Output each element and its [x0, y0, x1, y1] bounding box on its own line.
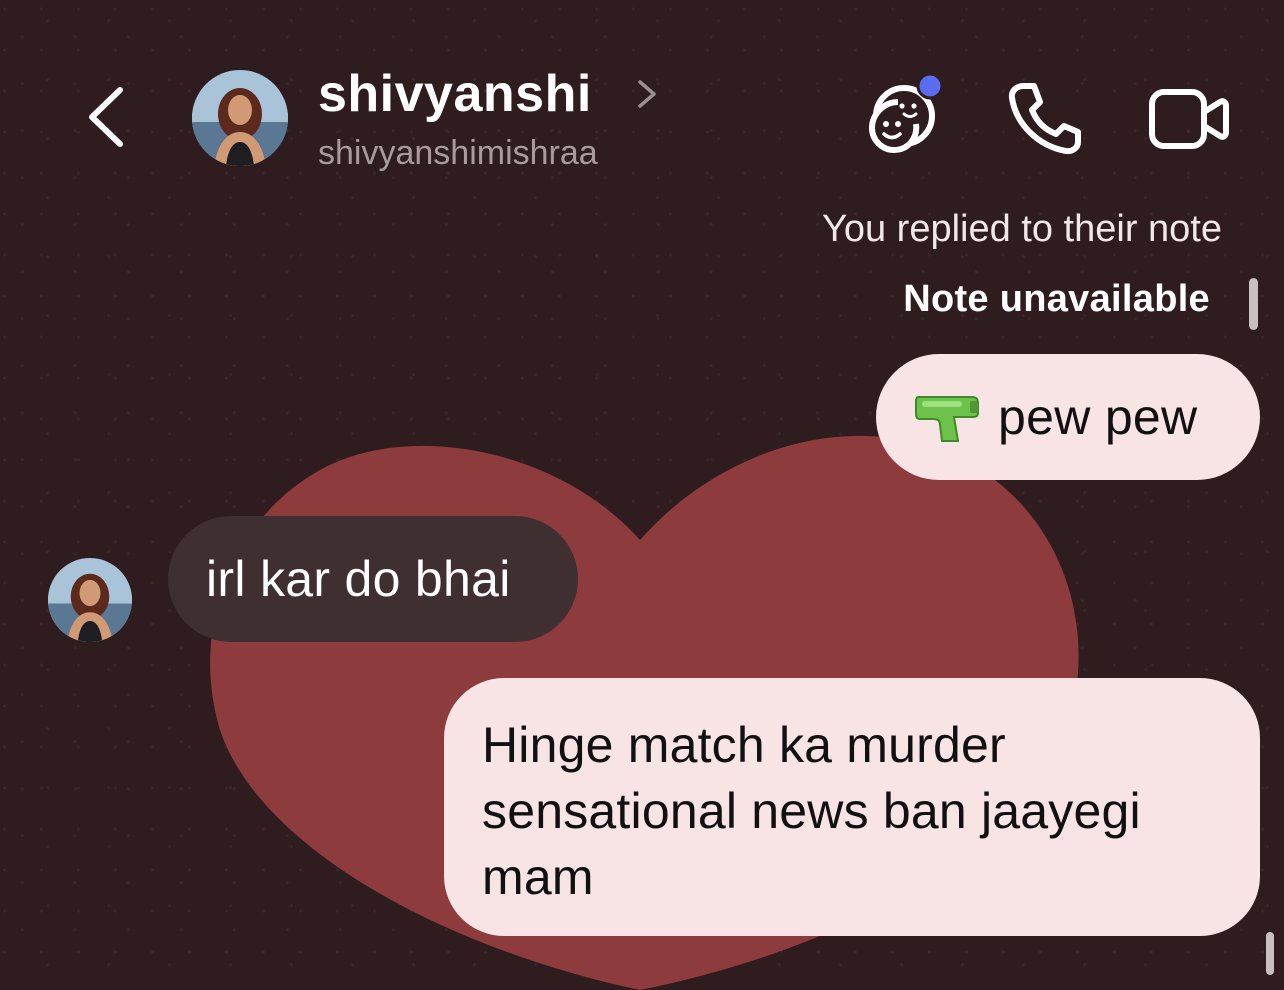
video-camera-icon[interactable] [1146, 82, 1230, 154]
contact-name[interactable]: shivyanshi [318, 64, 592, 124]
avatar[interactable] [48, 558, 132, 642]
chevron-left-icon[interactable] [78, 82, 138, 152]
note-reply-bar [1249, 278, 1258, 330]
message-bubble-incoming[interactable]: irl kar do bhai [168, 516, 578, 642]
contact-handle[interactable]: shivyanshimishraa [318, 134, 598, 173]
message-text: Hinge match ka murder sensational news b… [482, 717, 1141, 905]
chat-theme-icon[interactable] [858, 72, 944, 158]
message-bubble-outgoing[interactable]: pew pew [876, 354, 1260, 480]
note-status: Note unavailable [903, 278, 1210, 320]
note-reply-label: You replied to their note [821, 208, 1222, 250]
chevron-right-icon[interactable] [632, 76, 662, 112]
message-text: pew pew [998, 389, 1198, 445]
chat-header: shivyanshi shivyanshimishraa [0, 0, 1284, 190]
scrollbar[interactable] [1266, 932, 1274, 975]
avatar[interactable] [192, 70, 288, 166]
message-bubble-outgoing[interactable]: Hinge match ka murder sensational news b… [444, 678, 1260, 936]
water-pistol-icon [915, 396, 979, 442]
phone-icon[interactable] [1004, 80, 1084, 156]
message-text: irl kar do bhai [206, 551, 511, 607]
